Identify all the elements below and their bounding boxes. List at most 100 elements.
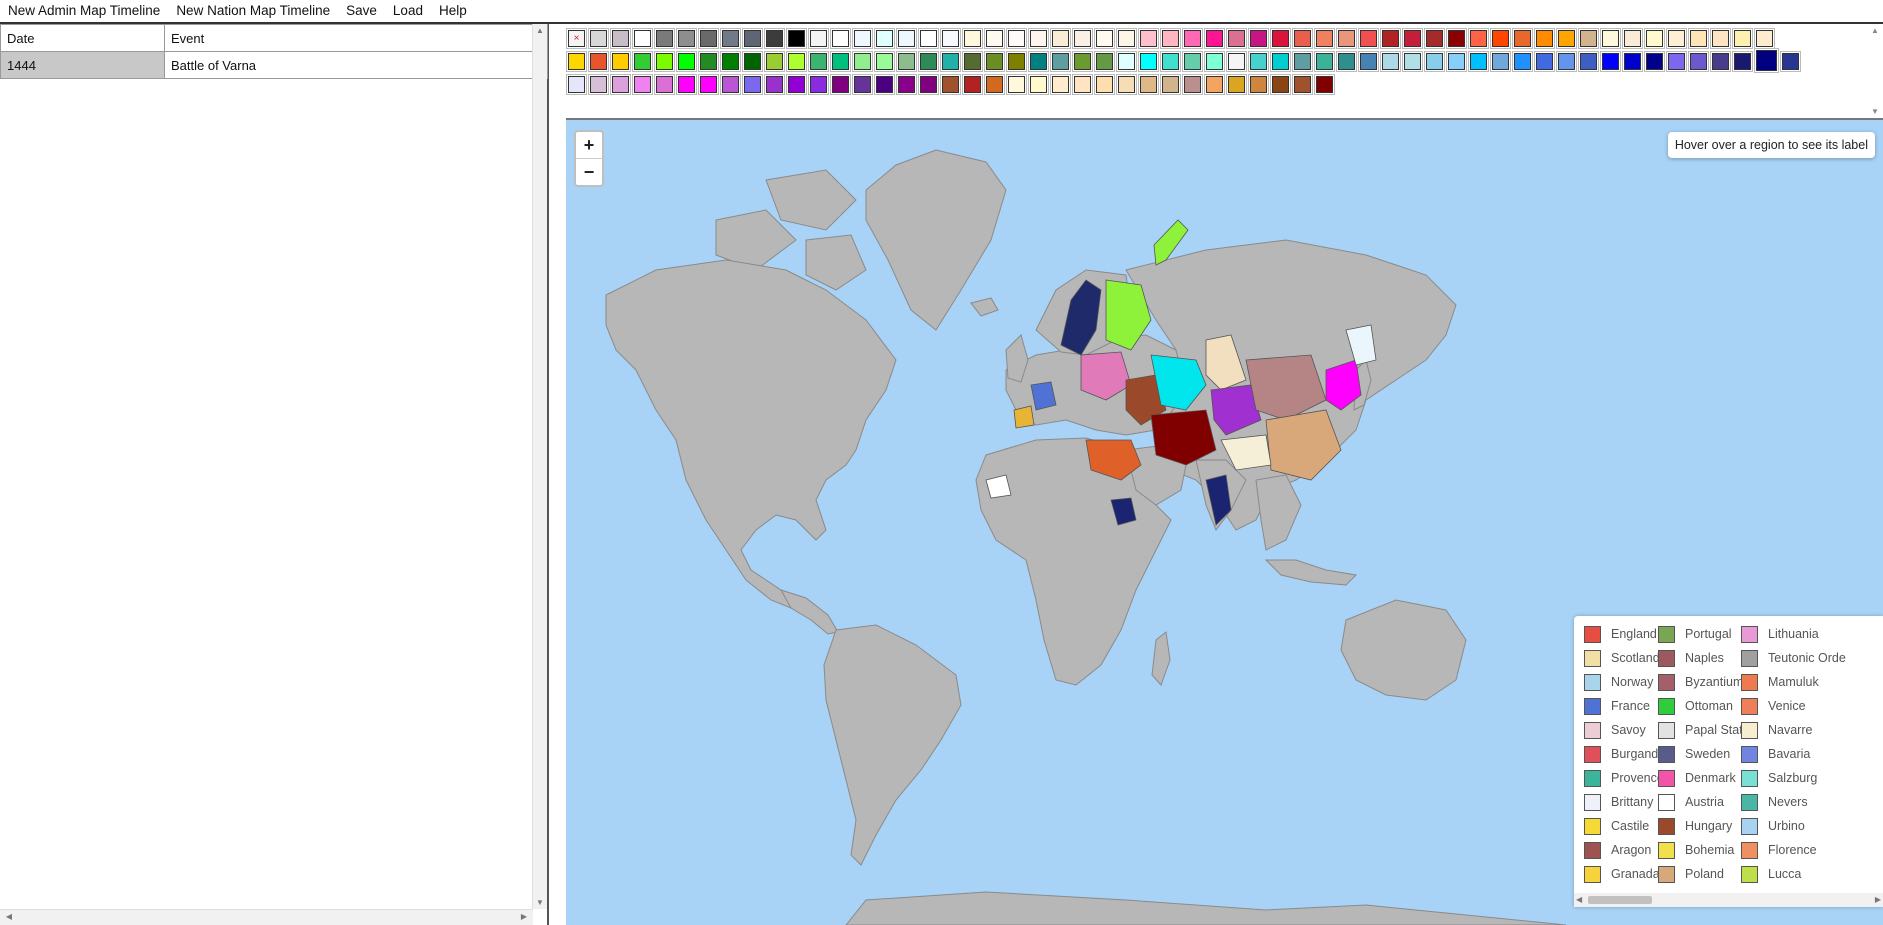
legend-item[interactable]: Teutonic Orde xyxy=(1741,646,1846,670)
color-swatch[interactable] xyxy=(1556,51,1577,72)
color-swatch[interactable] xyxy=(1028,28,1049,49)
legend-item[interactable]: Hungary xyxy=(1658,814,1750,838)
color-swatch[interactable] xyxy=(720,28,741,49)
color-swatch[interactable] xyxy=(962,74,983,95)
legend-item[interactable]: Granada xyxy=(1584,862,1665,886)
scroll-left-arrow-icon[interactable]: ◀ xyxy=(2,912,16,921)
legend-item[interactable]: Portugal xyxy=(1658,622,1750,646)
color-swatch[interactable] xyxy=(1270,28,1291,49)
color-swatch[interactable] xyxy=(698,74,719,95)
color-swatch[interactable] xyxy=(1160,74,1181,95)
legend-scroll-thumb[interactable] xyxy=(1588,896,1652,904)
color-swatch[interactable] xyxy=(1402,28,1423,49)
menu-save[interactable]: Save xyxy=(338,0,385,23)
color-swatch[interactable] xyxy=(1468,28,1489,49)
color-swatch[interactable] xyxy=(1578,51,1599,72)
legend-item[interactable]: Brittany xyxy=(1584,790,1665,814)
legend-item[interactable]: Mamuluk xyxy=(1741,670,1846,694)
color-swatch[interactable] xyxy=(1732,51,1753,72)
color-swatch[interactable] xyxy=(1666,51,1687,72)
color-swatch[interactable] xyxy=(742,51,763,72)
color-swatch[interactable] xyxy=(1094,51,1115,72)
color-swatch[interactable] xyxy=(852,74,873,95)
scroll-up-arrow-icon[interactable]: ▲ xyxy=(533,26,547,35)
legend-item[interactable]: Navarre xyxy=(1741,718,1846,742)
color-swatch[interactable] xyxy=(1710,51,1731,72)
palette-scrollbar[interactable]: ▲ ▼ xyxy=(1871,24,1883,118)
color-swatch[interactable] xyxy=(1094,74,1115,95)
color-swatch[interactable] xyxy=(1314,51,1335,72)
color-swatch[interactable] xyxy=(764,28,785,49)
color-swatch[interactable] xyxy=(808,28,829,49)
scroll-right-arrow-icon[interactable]: ▶ xyxy=(517,912,531,921)
color-swatch[interactable] xyxy=(896,28,917,49)
color-swatch[interactable] xyxy=(1094,28,1115,49)
legend-horizontal-scrollbar[interactable]: ◀ ▶ xyxy=(1574,893,1883,907)
color-swatch[interactable] xyxy=(1270,74,1291,95)
legend-item[interactable]: Austria xyxy=(1658,790,1750,814)
color-swatch[interactable] xyxy=(1688,51,1709,72)
color-swatch[interactable] xyxy=(566,51,587,72)
color-swatch[interactable] xyxy=(830,74,851,95)
color-swatch[interactable] xyxy=(654,28,675,49)
legend-item[interactable]: Castile xyxy=(1584,814,1665,838)
legend-item[interactable]: Florence xyxy=(1741,838,1846,862)
legend-item[interactable]: Burgandy xyxy=(1584,742,1665,766)
color-swatch[interactable] xyxy=(1622,28,1643,49)
color-swatch[interactable] xyxy=(852,28,873,49)
legend-item[interactable]: Venice xyxy=(1741,694,1846,718)
scroll-down-arrow-icon[interactable]: ▼ xyxy=(1871,107,1879,116)
scroll-left-arrow-icon[interactable]: ◀ xyxy=(1576,895,1582,904)
color-swatch[interactable] xyxy=(1358,28,1379,49)
color-swatch[interactable] xyxy=(1292,28,1313,49)
color-swatch[interactable] xyxy=(764,51,785,72)
color-swatch[interactable] xyxy=(1050,51,1071,72)
menu-new-admin-map-timeline[interactable]: New Admin Map Timeline xyxy=(0,0,168,23)
color-swatch[interactable] xyxy=(852,51,873,72)
color-swatch[interactable] xyxy=(1226,74,1247,95)
color-swatch[interactable] xyxy=(786,51,807,72)
color-swatch[interactable] xyxy=(1336,28,1357,49)
color-swatch[interactable] xyxy=(1248,74,1269,95)
color-swatch[interactable] xyxy=(676,28,697,49)
legend-item[interactable]: Papal State xyxy=(1658,718,1750,742)
color-swatch[interactable] xyxy=(918,74,939,95)
color-swatch[interactable] xyxy=(786,28,807,49)
legend-item[interactable]: Denmark xyxy=(1658,766,1750,790)
color-swatch[interactable] xyxy=(742,28,763,49)
color-swatch[interactable] xyxy=(1072,28,1093,49)
color-swatch[interactable] xyxy=(1116,74,1137,95)
color-swatch[interactable] xyxy=(1446,51,1467,72)
color-swatch[interactable] xyxy=(676,74,697,95)
color-swatch[interactable] xyxy=(808,51,829,72)
color-swatch[interactable] xyxy=(1006,28,1027,49)
color-swatch[interactable] xyxy=(1468,51,1489,72)
timeline-vertical-scrollbar[interactable]: ▲ ▼ xyxy=(532,24,547,909)
color-swatch[interactable] xyxy=(1204,51,1225,72)
color-swatch[interactable] xyxy=(1182,74,1203,95)
color-swatch[interactable] xyxy=(1512,51,1533,72)
legend-item[interactable]: Nevers xyxy=(1741,790,1846,814)
color-swatch[interactable] xyxy=(1534,51,1555,72)
color-swatch[interactable] xyxy=(984,51,1005,72)
color-swatch[interactable] xyxy=(1512,28,1533,49)
color-swatch[interactable] xyxy=(940,28,961,49)
color-swatch[interactable] xyxy=(1006,51,1027,72)
color-swatch[interactable] xyxy=(742,74,763,95)
legend-item[interactable]: Bavaria xyxy=(1741,742,1846,766)
color-swatch[interactable] xyxy=(1424,28,1445,49)
legend-item[interactable]: Salzburg xyxy=(1741,766,1846,790)
color-swatch[interactable] xyxy=(588,28,609,49)
color-swatch[interactable] xyxy=(698,28,719,49)
color-swatch[interactable] xyxy=(874,74,895,95)
color-swatch[interactable] xyxy=(896,74,917,95)
color-swatch[interactable] xyxy=(874,28,895,49)
color-swatch[interactable] xyxy=(1600,51,1621,72)
color-swatch[interactable] xyxy=(1028,74,1049,95)
color-swatch[interactable] xyxy=(654,51,675,72)
menu-help[interactable]: Help xyxy=(431,0,475,23)
legend-item[interactable]: England xyxy=(1584,622,1665,646)
color-swatch[interactable] xyxy=(1072,51,1093,72)
color-swatch[interactable] xyxy=(940,51,961,72)
legend-item[interactable]: Poland xyxy=(1658,862,1750,886)
